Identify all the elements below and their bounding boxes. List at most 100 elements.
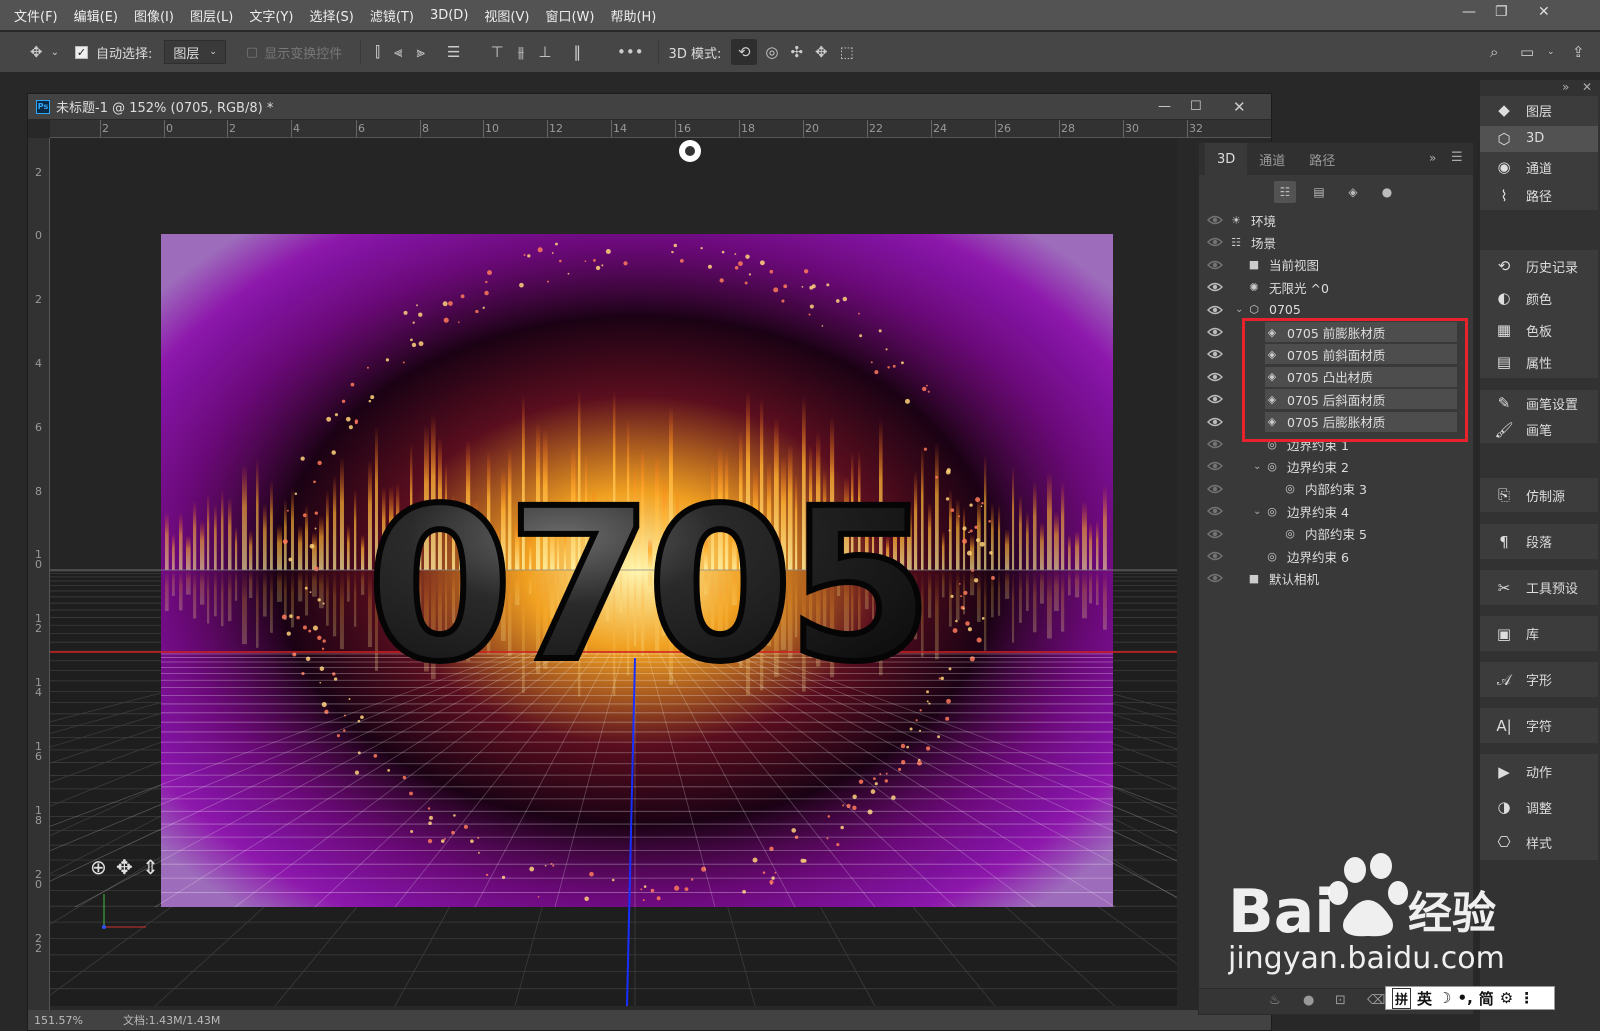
dock-item[interactable]: ⟲ 历史记录 bbox=[1480, 253, 1598, 279]
tool-preset-dropdown-icon[interactable]: ⌄ bbox=[51, 47, 59, 58]
tree-row[interactable]: ◎ 内部约束 5 bbox=[1199, 523, 1457, 545]
visibility-eye-icon[interactable] bbox=[1207, 214, 1223, 226]
menu-item[interactable]: 图层(L) bbox=[190, 6, 233, 25]
ime-punct-icon[interactable]: •, bbox=[1457, 989, 1472, 1007]
dock-item[interactable]: ⌇ 路径 bbox=[1480, 183, 1598, 209]
menu-item[interactable]: 帮助(H) bbox=[610, 6, 656, 25]
visibility-eye-icon[interactable] bbox=[1207, 572, 1223, 584]
search-icon[interactable]: ⌕ bbox=[1490, 43, 1498, 61]
scale-3d-icon[interactable]: ⬚ bbox=[840, 43, 854, 61]
pan-3d-icon[interactable]: ✣ bbox=[790, 43, 803, 61]
show-transform-checkbox[interactable]: ▢ bbox=[246, 45, 258, 60]
distribute-vertical-icon[interactable]: ☰ bbox=[447, 43, 460, 61]
menu-item[interactable]: 编辑(E) bbox=[74, 6, 118, 25]
dock-item[interactable]: ⎔ 样式 bbox=[1480, 829, 1598, 855]
visibility-eye-icon[interactable] bbox=[1207, 259, 1223, 271]
ime-settings-icon[interactable]: ⚙ bbox=[1500, 989, 1513, 1007]
menu-item[interactable]: 图像(I) bbox=[134, 6, 174, 25]
dock-item[interactable]: ▤ 属性 bbox=[1480, 349, 1598, 375]
pan-camera-icon[interactable]: ✥ bbox=[116, 855, 133, 879]
dock-close-icon[interactable]: ✕ bbox=[1582, 80, 1592, 94]
auto-select-target-select[interactable]: 图层 ⌄ bbox=[164, 40, 226, 64]
visibility-eye-icon[interactable] bbox=[1207, 304, 1223, 316]
orbit-3d-icon[interactable]: ⟲ bbox=[731, 39, 758, 65]
align-right-icon[interactable]: ⫸ bbox=[417, 43, 425, 61]
menu-item[interactable]: 文件(F) bbox=[14, 6, 58, 25]
tree-row[interactable]: ⌄ ◎ 边界约束 2 bbox=[1199, 455, 1457, 477]
tab-2[interactable]: 路径 bbox=[1297, 143, 1347, 175]
more-options-icon[interactable]: ••• bbox=[617, 43, 644, 61]
visibility-eye-icon[interactable] bbox=[1207, 460, 1223, 472]
menu-item[interactable]: 3D(D) bbox=[430, 8, 468, 23]
tree-row[interactable]: ◎ 边界约束 6 bbox=[1199, 545, 1457, 567]
visibility-eye-icon[interactable] bbox=[1207, 371, 1223, 383]
canvas-viewport[interactable]: 0705 ⊕ ✥ ⇕ bbox=[50, 138, 1177, 1006]
tree-row[interactable]: ☀ 环境 bbox=[1199, 209, 1457, 231]
ime-pinyin[interactable]: 拼 bbox=[1392, 987, 1412, 1009]
dock-item[interactable]: A| 字符 bbox=[1480, 713, 1598, 739]
add-light-icon[interactable]: ♨ bbox=[1269, 993, 1281, 1008]
ime-english[interactable]: 英 bbox=[1417, 988, 1432, 1009]
visibility-eye-icon[interactable] bbox=[1207, 438, 1223, 450]
tree-row[interactable]: ✺ 无限光 ^0 bbox=[1199, 276, 1457, 298]
roll-3d-icon[interactable]: ◎ bbox=[765, 43, 778, 61]
visibility-eye-icon[interactable] bbox=[1207, 326, 1223, 338]
3d-text-0705[interactable]: 0705 bbox=[364, 460, 936, 711]
tree-row[interactable]: ◎ 内部约束 3 bbox=[1199, 478, 1457, 500]
light-bulb-icon[interactable]: ● bbox=[1303, 993, 1314, 1008]
delete-icon[interactable]: ⌫ bbox=[1367, 993, 1385, 1008]
expand-chevron-icon[interactable]: ⌄ bbox=[1235, 304, 1243, 315]
menu-item[interactable]: 滤镜(T) bbox=[370, 6, 414, 25]
tree-row[interactable]: ☷ 场景 bbox=[1199, 231, 1457, 253]
dock-item[interactable]: ◐ 颜色 bbox=[1480, 285, 1598, 311]
tab-0[interactable]: 3D bbox=[1205, 143, 1248, 175]
lights-filter-icon[interactable]: ● bbox=[1376, 181, 1398, 203]
restore-button[interactable]: ❐ bbox=[1495, 4, 1508, 20]
menu-item[interactable]: 窗口(W) bbox=[545, 6, 594, 25]
visibility-eye-icon[interactable] bbox=[1207, 528, 1223, 540]
menu-item[interactable]: 视图(V) bbox=[484, 6, 529, 25]
dock-item[interactable]: 🖌 画笔 bbox=[1480, 417, 1598, 443]
menu-item[interactable]: 文字(Y) bbox=[249, 6, 293, 25]
dock-item[interactable]: ¶ 段落 bbox=[1480, 529, 1598, 555]
align-vcenter-icon[interactable]: ⫵ bbox=[518, 43, 525, 61]
doc-close-button[interactable]: ✕ bbox=[1233, 98, 1246, 116]
align-bottom-icon[interactable]: ⊥ bbox=[538, 43, 551, 61]
visibility-eye-icon[interactable] bbox=[1207, 505, 1223, 517]
dock-item[interactable]: ⬡ 3D bbox=[1480, 125, 1598, 152]
tree-row[interactable]: ⌄ ◎ 边界约束 4 bbox=[1199, 500, 1457, 522]
doc-minimize-button[interactable]: — bbox=[1158, 99, 1171, 114]
expand-chevron-icon[interactable]: ⌄ bbox=[1253, 506, 1261, 517]
visibility-eye-icon[interactable] bbox=[1207, 483, 1223, 495]
infinite-light-widget[interactable] bbox=[679, 140, 701, 162]
workspace-icon[interactable]: ▭ bbox=[1520, 43, 1534, 61]
dolly-camera-icon[interactable]: ⇕ bbox=[142, 855, 159, 879]
ime-simplified[interactable]: 简 bbox=[1479, 988, 1494, 1009]
distribute-horizontal-icon[interactable]: ‖ bbox=[574, 43, 582, 61]
visibility-eye-icon[interactable] bbox=[1207, 236, 1223, 248]
visibility-eye-icon[interactable] bbox=[1207, 550, 1223, 562]
panel-collapse-icon[interactable]: » bbox=[1429, 151, 1436, 165]
dock-item[interactable]: ◑ 调整 bbox=[1480, 794, 1598, 820]
expand-chevron-icon[interactable]: ⌄ bbox=[1253, 461, 1261, 472]
document-tab[interactable]: Ps 未标题-1 @ 152% (0705, RGB/8) * — ☐ ✕ bbox=[28, 94, 1271, 119]
auto-select-checkbox[interactable]: ✓ bbox=[74, 45, 88, 59]
meshes-filter-icon[interactable]: ▤ bbox=[1308, 181, 1330, 203]
dock-item[interactable]: ▦ 色板 bbox=[1480, 317, 1598, 343]
materials-filter-icon[interactable]: ◈ bbox=[1342, 181, 1364, 203]
workspace-dropdown-icon[interactable]: ⌄ bbox=[1547, 47, 1555, 57]
visibility-eye-icon[interactable] bbox=[1207, 348, 1223, 360]
align-hcenter-icon[interactable]: ⫷ bbox=[394, 43, 402, 61]
dock-item[interactable]: ▣ 库 bbox=[1480, 621, 1598, 647]
align-top-icon[interactable]: ⊤ bbox=[490, 43, 503, 61]
orbit-camera-icon[interactable]: ⊕ bbox=[90, 855, 107, 879]
visibility-eye-icon[interactable] bbox=[1207, 281, 1223, 293]
menu-item[interactable]: 选择(S) bbox=[309, 6, 353, 25]
visibility-eye-icon[interactable] bbox=[1207, 416, 1223, 428]
close-app-button[interactable]: ✕ bbox=[1538, 4, 1550, 20]
dock-item[interactable]: ▶ 动作 bbox=[1480, 759, 1598, 785]
dock-item[interactable]: ✎ 画笔设置 bbox=[1480, 390, 1598, 416]
dock-item[interactable]: 𝒜 字形 bbox=[1480, 667, 1598, 693]
ime-toolbar[interactable]: 拼 英 ☽ •, 简 ⚙ ⋮ bbox=[1385, 986, 1555, 1010]
dock-item[interactable]: ◉ 通道 bbox=[1480, 154, 1598, 180]
